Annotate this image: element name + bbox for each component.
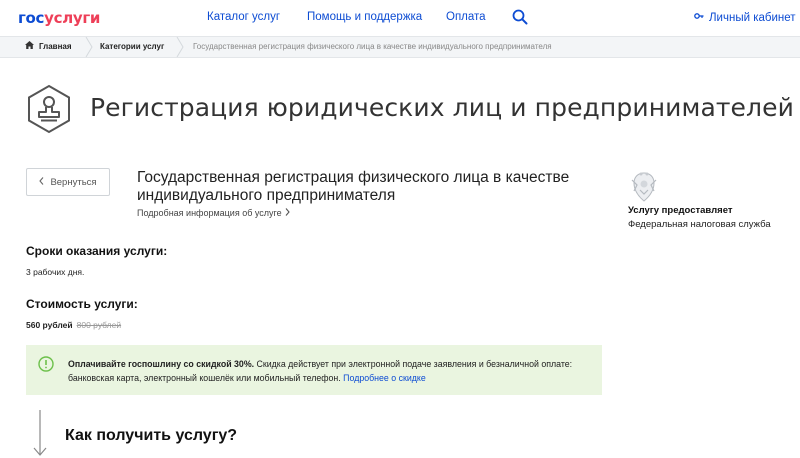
breadcrumb-separator — [176, 37, 184, 57]
breadcrumb-separator — [85, 37, 93, 57]
cost-value: 560 рублей 800 рублей — [26, 320, 121, 330]
notice-bold: Оплачивайте госпошлину со скидкой 30%. — [68, 359, 255, 369]
nav-payment-link[interactable]: Оплата — [446, 11, 486, 23]
gosuslugi-logo[interactable]: госуслуги — [18, 9, 100, 27]
breadcrumb-home-label: Главная — [39, 42, 72, 51]
key-icon — [694, 11, 704, 24]
breadcrumb: Главная Категории услуг Государственная … — [0, 36, 800, 58]
nav-help-link[interactable]: Помощь и поддержка — [307, 11, 422, 23]
how-to-get-heading: Как получить услугу? — [65, 427, 238, 444]
discount-details-link[interactable]: Подробнее о скидке — [343, 373, 426, 383]
emblem-icon — [628, 170, 660, 204]
service-details-link[interactable]: Подробная информация об услуге — [137, 208, 290, 218]
stamp-icon — [24, 84, 74, 134]
arrow-down-icon — [30, 410, 50, 458]
service-title: Государственная регистрация физического … — [137, 169, 570, 204]
service-details-label: Подробная информация об услуге — [137, 208, 282, 218]
back-button-label: Вернуться — [50, 176, 97, 188]
provider-heading: Услугу предоставляет — [628, 205, 733, 216]
personal-cabinet-link[interactable]: Личный кабинет — [694, 11, 796, 24]
provider-name: Федеральная налоговая служба — [628, 219, 771, 230]
cabinet-label: Личный кабинет — [709, 11, 796, 24]
logo-part-gos: гос — [18, 9, 45, 27]
back-button[interactable]: Вернуться — [26, 168, 110, 196]
breadcrumb-categories[interactable]: Категории услуг — [100, 37, 164, 57]
search-icon[interactable] — [511, 8, 529, 26]
top-header: госуслуги Каталог услуг Помощь и поддерж… — [0, 0, 800, 36]
logo-part-uslugi: услуги — [44, 9, 101, 27]
cost-heading: Стоимость услуги: — [26, 297, 138, 311]
breadcrumb-current: Государственная регистрация физического … — [193, 42, 552, 51]
nav-catalog-link[interactable]: Каталог услуг — [207, 11, 280, 23]
chevron-right-icon — [285, 208, 290, 218]
terms-value: 3 рабочих дня. — [26, 267, 85, 277]
breadcrumb-home[interactable]: Главная — [25, 37, 72, 57]
info-icon — [38, 356, 54, 372]
chevron-left-icon — [39, 176, 44, 188]
terms-heading: Сроки оказания услуги: — [26, 244, 168, 258]
old-price: 800 рублей — [76, 320, 122, 330]
notice-text: Оплачивайте госпошлину со скидкой 30%. С… — [68, 357, 588, 385]
discount-notice: Оплачивайте госпошлину со скидкой 30%. С… — [26, 345, 602, 395]
page-title: Регистрация юридических лиц и предприним… — [90, 93, 794, 122]
new-price: 560 рублей — [26, 320, 73, 330]
home-icon — [25, 37, 34, 57]
